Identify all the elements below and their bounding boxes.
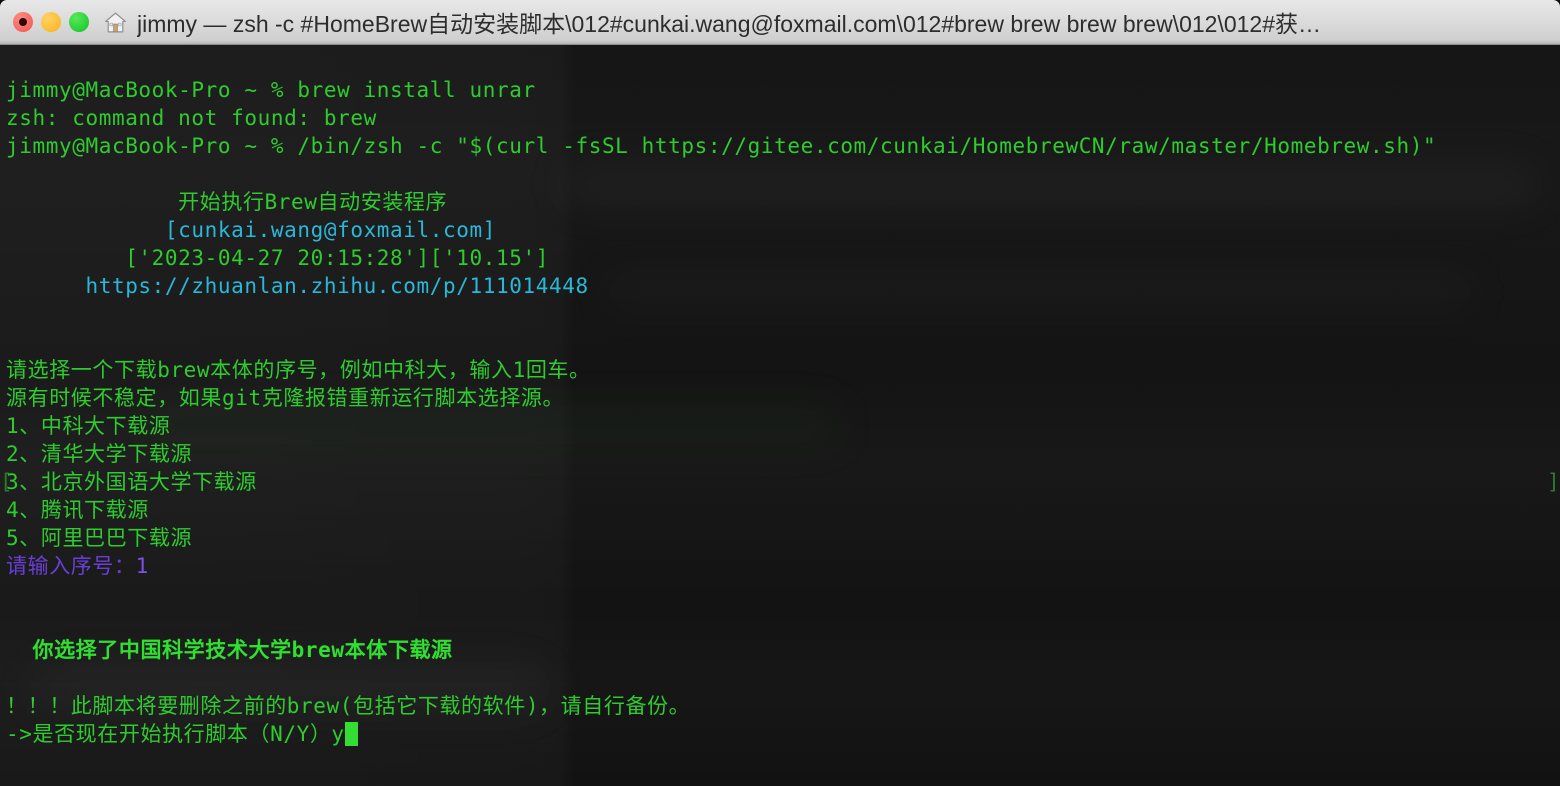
window-titlebar: jimmy — zsh -c #HomeBrew自动安装脚本\012#cunka… — [0, 0, 1560, 45]
background-artifact-left-bracket: [ — [0, 470, 13, 494]
zoom-button[interactable] — [69, 12, 89, 32]
mirror-option-3[interactable]: 3、北京外国语大学下载源 — [6, 468, 257, 496]
terminal-line-2: jimmy@MacBook-Pro ~ % /bin/zsh -c "$(cur… — [6, 134, 1437, 158]
terminal-prompt-instruction-1: 请选择一个下载brew本体的序号，例如中科大，输入1回车。 — [6, 358, 591, 382]
window-title: jimmy — zsh -c #HomeBrew自动安装脚本\012#cunka… — [137, 11, 1322, 37]
terminal-banner-url: https://zhuanlan.zhihu.com/p/111014448 — [6, 274, 589, 298]
home-icon[interactable] — [103, 10, 128, 35]
confirm-prompt-label: ->是否现在开始执行脚本（N/Y） — [6, 722, 332, 746]
terminal-banner-title: 开始执行Brew自动安装程序 — [6, 190, 448, 214]
mirror-option-4[interactable]: 4、腾讯下载源 — [6, 496, 149, 524]
mirror-input-label: 请输入序号： — [6, 554, 136, 578]
mirror-option-1[interactable]: 1、中科大下载源 — [6, 412, 170, 440]
terminal-prompt-instruction-2: 源有时候不稳定，如果git克隆报错重新运行脚本选择源。 — [6, 386, 565, 410]
mirror-option-5[interactable]: 5、阿里巴巴下载源 — [6, 524, 192, 552]
confirm-prompt-value: y — [331, 722, 345, 746]
minimize-button[interactable] — [41, 12, 61, 32]
mirror-input-value: 1 — [135, 554, 149, 578]
confirm-prompt-line[interactable]: ->是否现在开始执行脚本（N/Y）y — [6, 720, 358, 748]
warning-message: ！！！此脚本将要删除之前的brew(包括它下载的软件)，请自行备份。 — [6, 694, 691, 718]
background-artifact-right-bracket: ] — [1547, 470, 1560, 494]
terminal-banner-email: [cunkai.wang@foxmail.com] — [6, 218, 496, 242]
terminal-window: jimmy — zsh -c #HomeBrew自动安装脚本\012#cunka… — [0, 0, 1560, 786]
terminal-line-0: jimmy@MacBook-Pro ~ % brew install unrar — [6, 78, 536, 102]
terminal-line-1: zsh: command not found: brew — [6, 106, 377, 130]
text-cursor — [344, 722, 358, 746]
mirror-option-2[interactable]: 2、清华大学下载源 — [6, 440, 192, 468]
traffic-lights — [13, 12, 89, 32]
close-button[interactable] — [13, 12, 33, 32]
terminal-body[interactable]: jimmy@MacBook-Pro ~ % brew install unrar… — [0, 45, 1560, 786]
terminal-output: jimmy@MacBook-Pro ~ % brew install unrar… — [0, 45, 1560, 786]
mirror-input-line[interactable]: 请输入序号：1 — [6, 552, 149, 580]
terminal-banner-date: ['2023-04-27 20:15:28']['10.15'] — [6, 246, 549, 270]
selected-mirror-message: 你选择了中国科学技术大学brew本体下载源 — [6, 638, 453, 662]
